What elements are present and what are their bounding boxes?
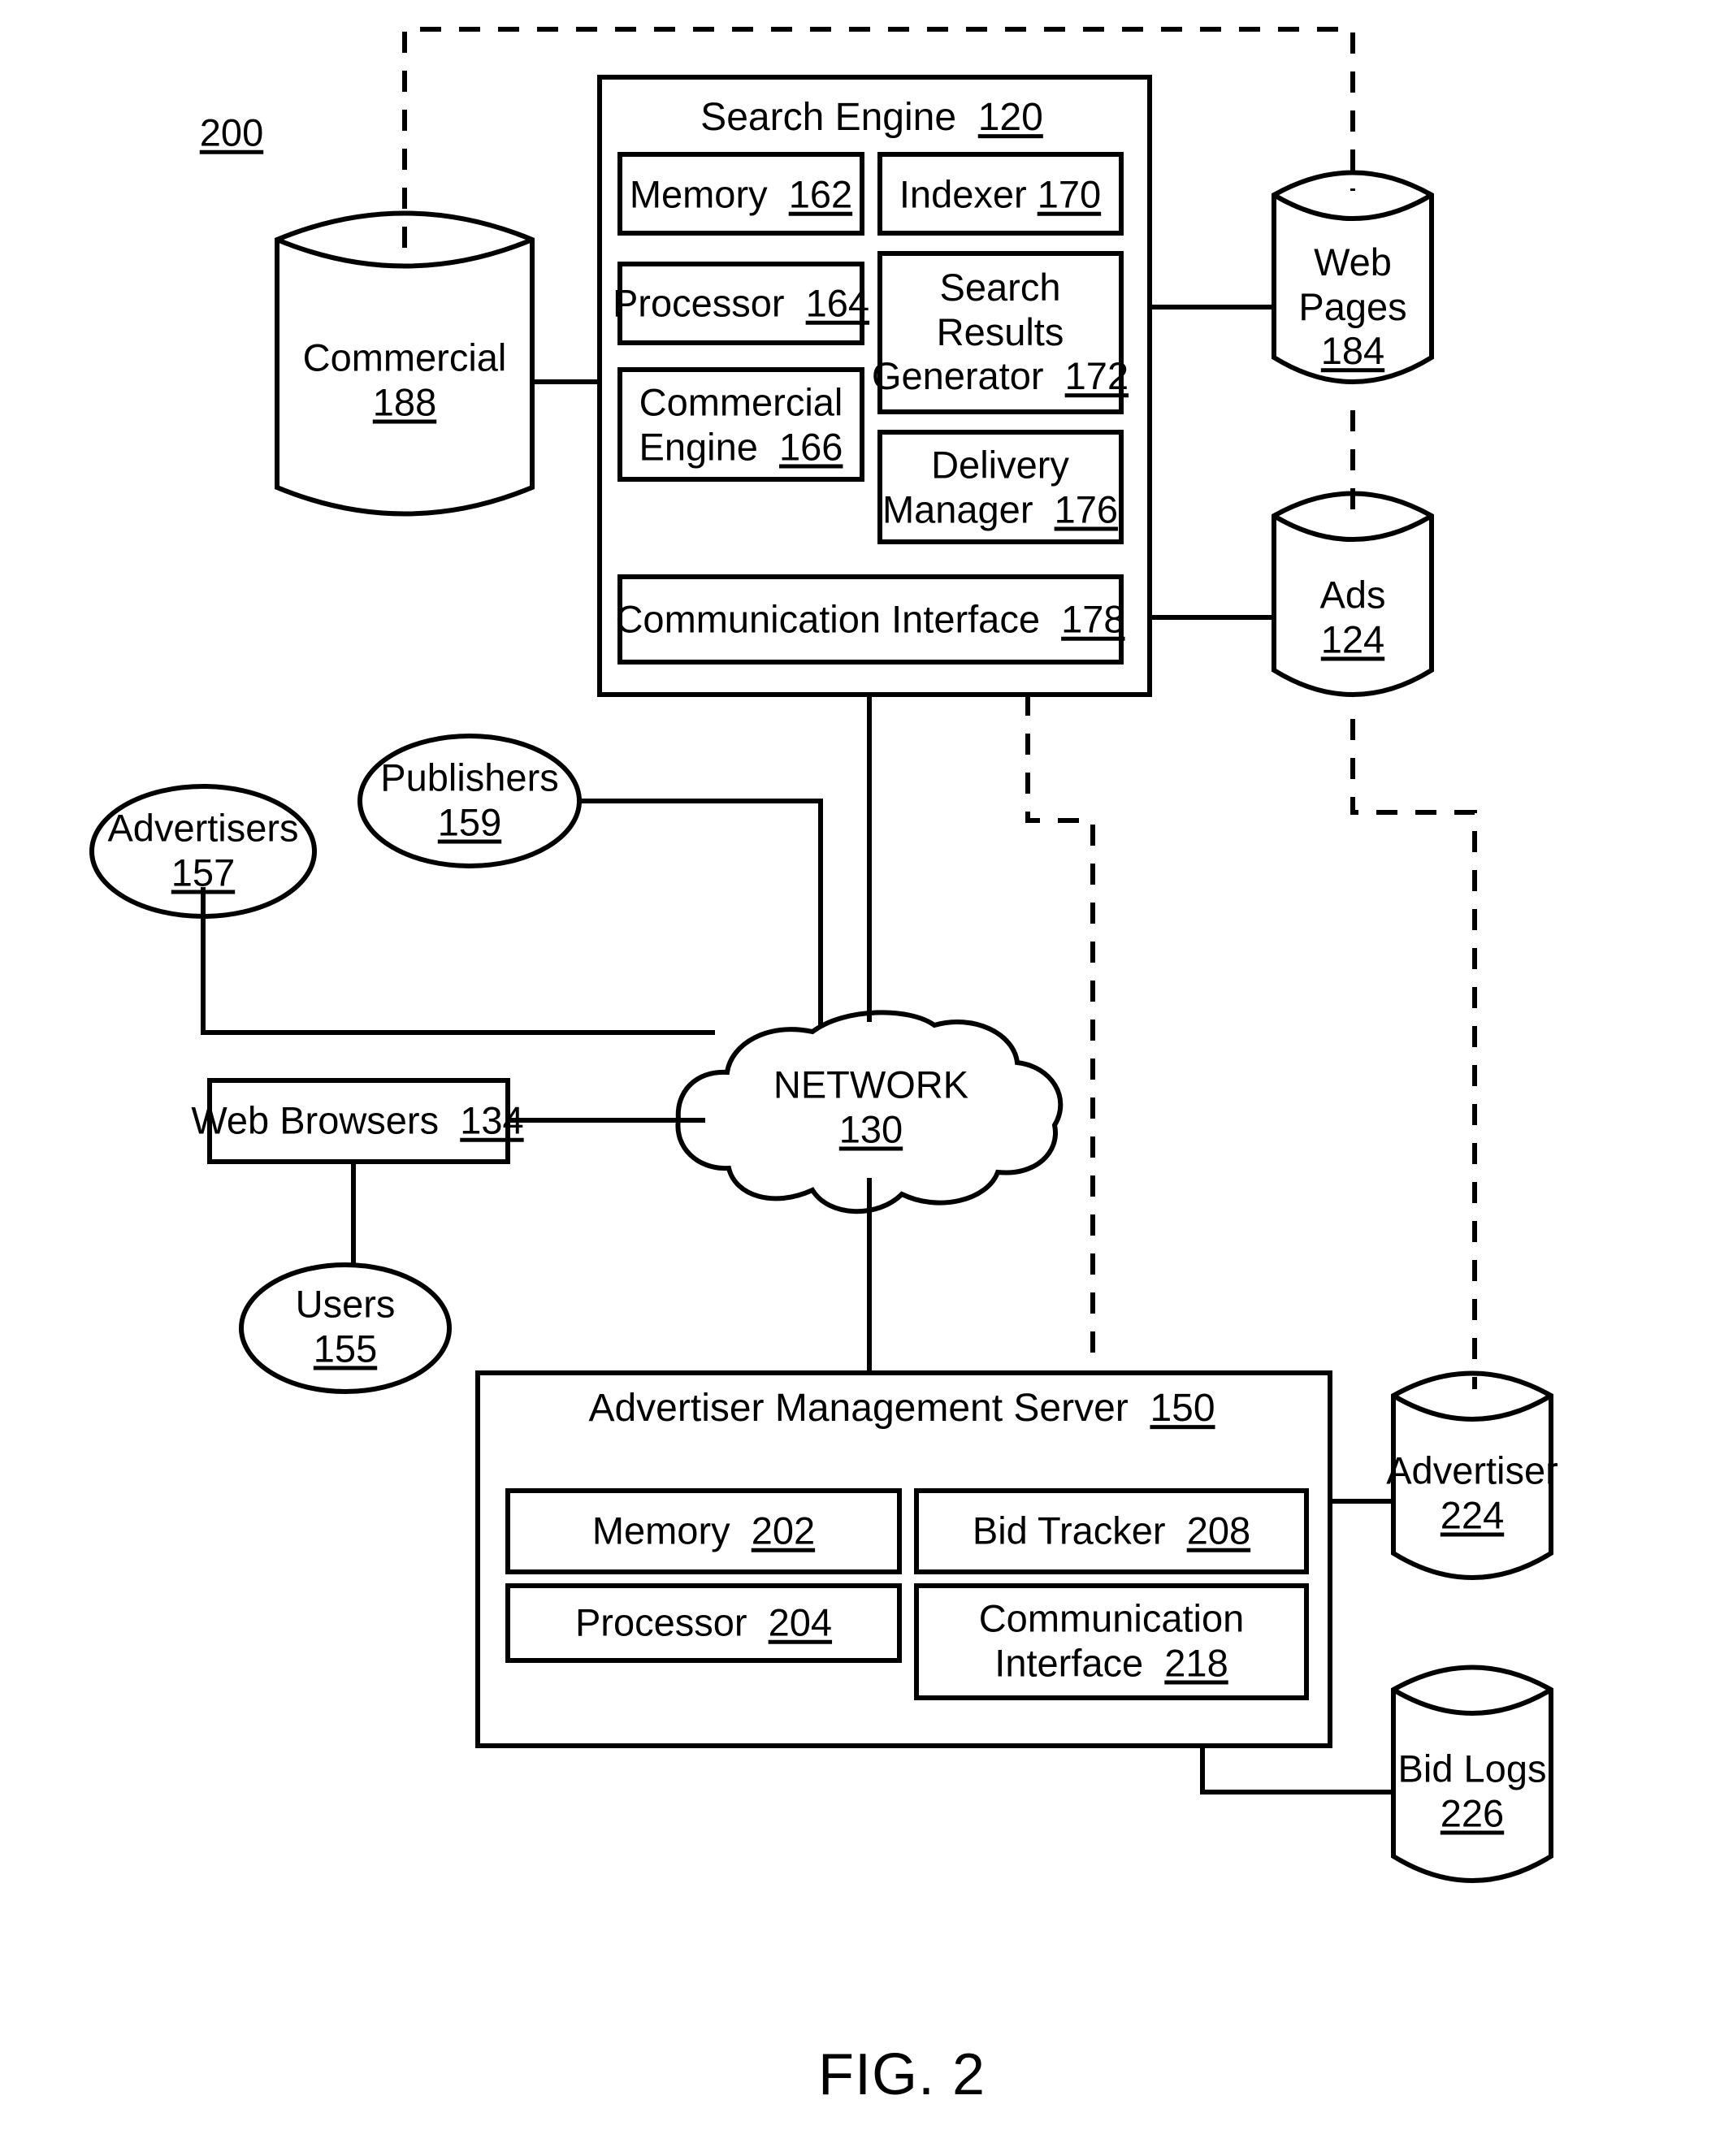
- connector-search-engine-to-ams-dashed: [1025, 695, 1095, 1373]
- actor-publishers-label: Publishers 159: [380, 755, 559, 843]
- connector-ads-to-advertiser-dashed: [1350, 719, 1477, 1389]
- figure-caption: FIG. 2: [817, 2042, 986, 2108]
- search-engine-results-generator-label: Search Results Generator 172: [871, 266, 1129, 398]
- actor-users-label: Users 155: [295, 1282, 396, 1370]
- diagram-reference-label: 200: [199, 110, 264, 154]
- datastore-advertiser-label: Advertiser 224: [1386, 1448, 1558, 1536]
- datastore-bidlogs-label: Bid Logs 226: [1397, 1747, 1547, 1834]
- datastore-commercial-label: Commercial 188: [302, 336, 507, 423]
- search-engine-processor-label: Processor 164: [612, 281, 870, 325]
- search-engine-commercial-engine-label: Commercial Engine 166: [639, 380, 843, 468]
- search-engine-delivery-manager-label: Delivery Manager 176: [882, 443, 1119, 530]
- search-engine-indexer-label: Indexer 170: [899, 172, 1102, 216]
- ams-processor-label: Processor 204: [574, 1600, 833, 1644]
- actor-advertisers-label: Advertisers 157: [107, 806, 299, 894]
- ams-communication-interface-label: Communication Interface 218: [978, 1596, 1245, 1684]
- web-browsers-label: Web Browsers 134: [191, 1098, 524, 1142]
- ams-bid-tracker-label: Bid Tracker 208: [972, 1509, 1251, 1552]
- ams-memory-label: Memory 202: [591, 1509, 816, 1552]
- connector-publishers-to-network: [578, 799, 823, 1028]
- datastore-ads-label: Ads 124: [1319, 573, 1386, 660]
- search-engine-memory-label: Memory 162: [629, 172, 853, 216]
- connector-advertisers-to-network: [201, 887, 715, 1035]
- search-engine-communication-interface-label: Communication Interface 178: [615, 597, 1125, 641]
- connector-ams-to-bidlogs: [1200, 1746, 1393, 1795]
- patent-figure-page: 200 Search Engine 120 Memory 162 Indexer…: [0, 0, 1720, 2156]
- ams-title: Advertiser Management Server 150: [588, 1387, 1215, 1431]
- search-engine-title: Search Engine 120: [700, 96, 1043, 140]
- datastore-webpages-label: Web Pages 184: [1298, 240, 1407, 373]
- network-label: NETWORK 130: [773, 1063, 969, 1150]
